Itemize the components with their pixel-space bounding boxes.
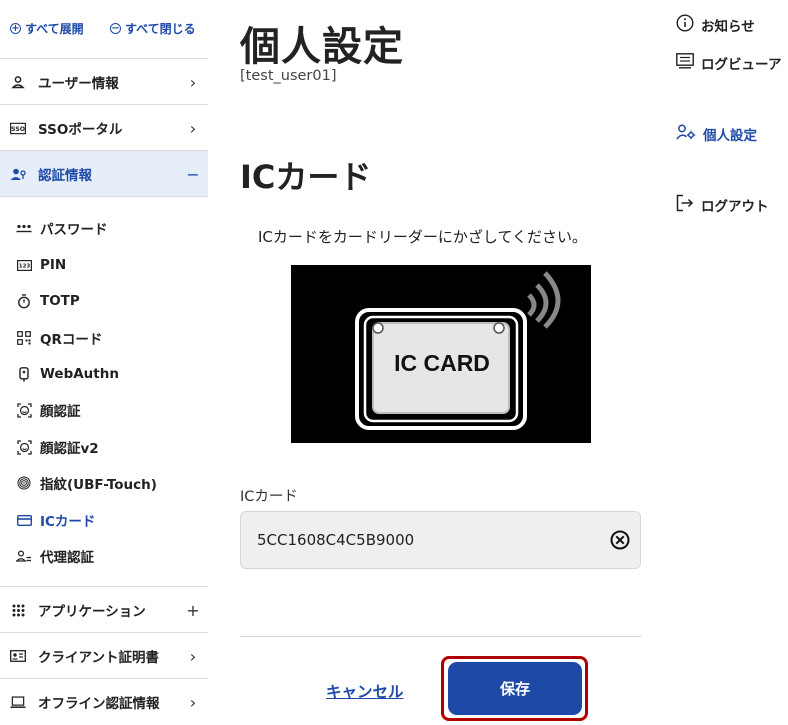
laptop-icon: [10, 695, 26, 709]
sso-icon: SSO: [10, 122, 26, 135]
chevron-right-icon: ›: [189, 646, 197, 666]
collapse-icon: −: [186, 164, 200, 184]
collapse-all-link[interactable]: − すべて閉じる: [110, 20, 196, 37]
users-icon: [16, 550, 32, 562]
sidebar-item-password[interactable]: パスワード: [0, 211, 208, 245]
page-title: 個人設定: [240, 24, 404, 70]
cancel-button[interactable]: キャンセル: [326, 680, 404, 702]
plus-circle-icon: +: [10, 22, 21, 34]
security-key-icon: [16, 366, 32, 382]
section-title: ICカード: [240, 158, 372, 196]
fingerprint-icon: [16, 476, 32, 490]
sidebar-item-webauthn[interactable]: WebAuthn: [0, 357, 208, 391]
clear-icon[interactable]: [610, 530, 630, 550]
minus-circle-icon: −: [110, 22, 121, 34]
qr-code-icon: [16, 331, 32, 345]
user-icon: [10, 75, 26, 89]
sidebar-item-ic-card[interactable]: ICカード: [0, 503, 208, 537]
sidebar-section-offline-auth[interactable]: オフライン認証情報 ›: [0, 679, 208, 725]
ic-card-input[interactable]: [257, 512, 587, 568]
save-button[interactable]: 保存: [448, 662, 582, 715]
card-icon: [16, 514, 32, 526]
nav-notifications[interactable]: お知らせ: [676, 14, 755, 36]
sidebar-section-sso-portal[interactable]: SSO SSOポータル ›: [0, 105, 208, 151]
divider: [0, 196, 208, 197]
nav-log-viewer[interactable]: ログビューア: [676, 53, 781, 73]
certificate-icon: [10, 650, 26, 662]
sidebar-item-face-auth-v2[interactable]: 顔認証v2: [0, 430, 208, 464]
face-scan-icon: [16, 402, 32, 418]
svg-text:123: 123: [18, 263, 30, 269]
sidebar-section-client-certificate[interactable]: クライアント証明書 ›: [0, 633, 208, 679]
logout-icon: [676, 194, 694, 216]
pin-icon: 123: [16, 259, 32, 271]
sidebar-item-qr-code[interactable]: QRコード: [0, 321, 208, 355]
timer-icon: [16, 293, 32, 309]
ic-card-field-label: ICカード: [240, 489, 298, 505]
sidebar-item-pin[interactable]: 123 PIN: [0, 248, 208, 282]
password-icon: [16, 223, 32, 233]
sidebar-item-fingerprint[interactable]: 指紋(UBF-Touch): [0, 466, 208, 500]
chevron-right-icon: ›: [189, 692, 197, 712]
expand-icon: +: [186, 600, 200, 620]
sidebar-section-user-info[interactable]: ユーザー情報 ›: [0, 59, 208, 105]
chevron-right-icon: ›: [189, 72, 197, 92]
expand-collapse-row: + すべて展開 − すべて閉じる: [10, 20, 208, 38]
nav-personal-settings[interactable]: 個人設定: [676, 124, 757, 144]
sidebar-item-proxy-auth[interactable]: 代理認証: [0, 539, 208, 573]
sidebar: + すべて展開 − すべて閉じる ユーザー情報 › SSO SSOポータル › …: [0, 0, 208, 723]
chevron-right-icon: ›: [189, 118, 197, 138]
expand-all-link[interactable]: + すべて展開: [10, 20, 84, 37]
info-icon: [676, 14, 694, 36]
user-settings-icon: [676, 124, 696, 144]
divider: [240, 636, 641, 637]
sidebar-item-totp[interactable]: TOTP: [0, 284, 208, 318]
log-viewer-icon: [676, 53, 694, 73]
sidebar-section-auth-info[interactable]: 認証情報 −: [0, 151, 208, 197]
face-scan-icon: [16, 439, 32, 455]
user-key-icon: [10, 167, 26, 181]
card-image-label: IC CARD: [394, 350, 490, 376]
ic-card-field: [240, 511, 641, 569]
sidebar-section-applications[interactable]: アプリケーション +: [0, 587, 208, 633]
svg-text:SSO: SSO: [11, 126, 25, 133]
apps-grid-icon: [10, 604, 26, 617]
sidebar-item-face-auth[interactable]: 顔認証: [0, 393, 208, 427]
username-label: [test_user01]: [240, 68, 337, 84]
nav-logout[interactable]: ログアウト: [676, 194, 769, 216]
ic-card-illustration: IC CARD: [291, 265, 591, 443]
instruction-text: ICカードをカードリーダーにかざしてください。: [258, 228, 587, 246]
